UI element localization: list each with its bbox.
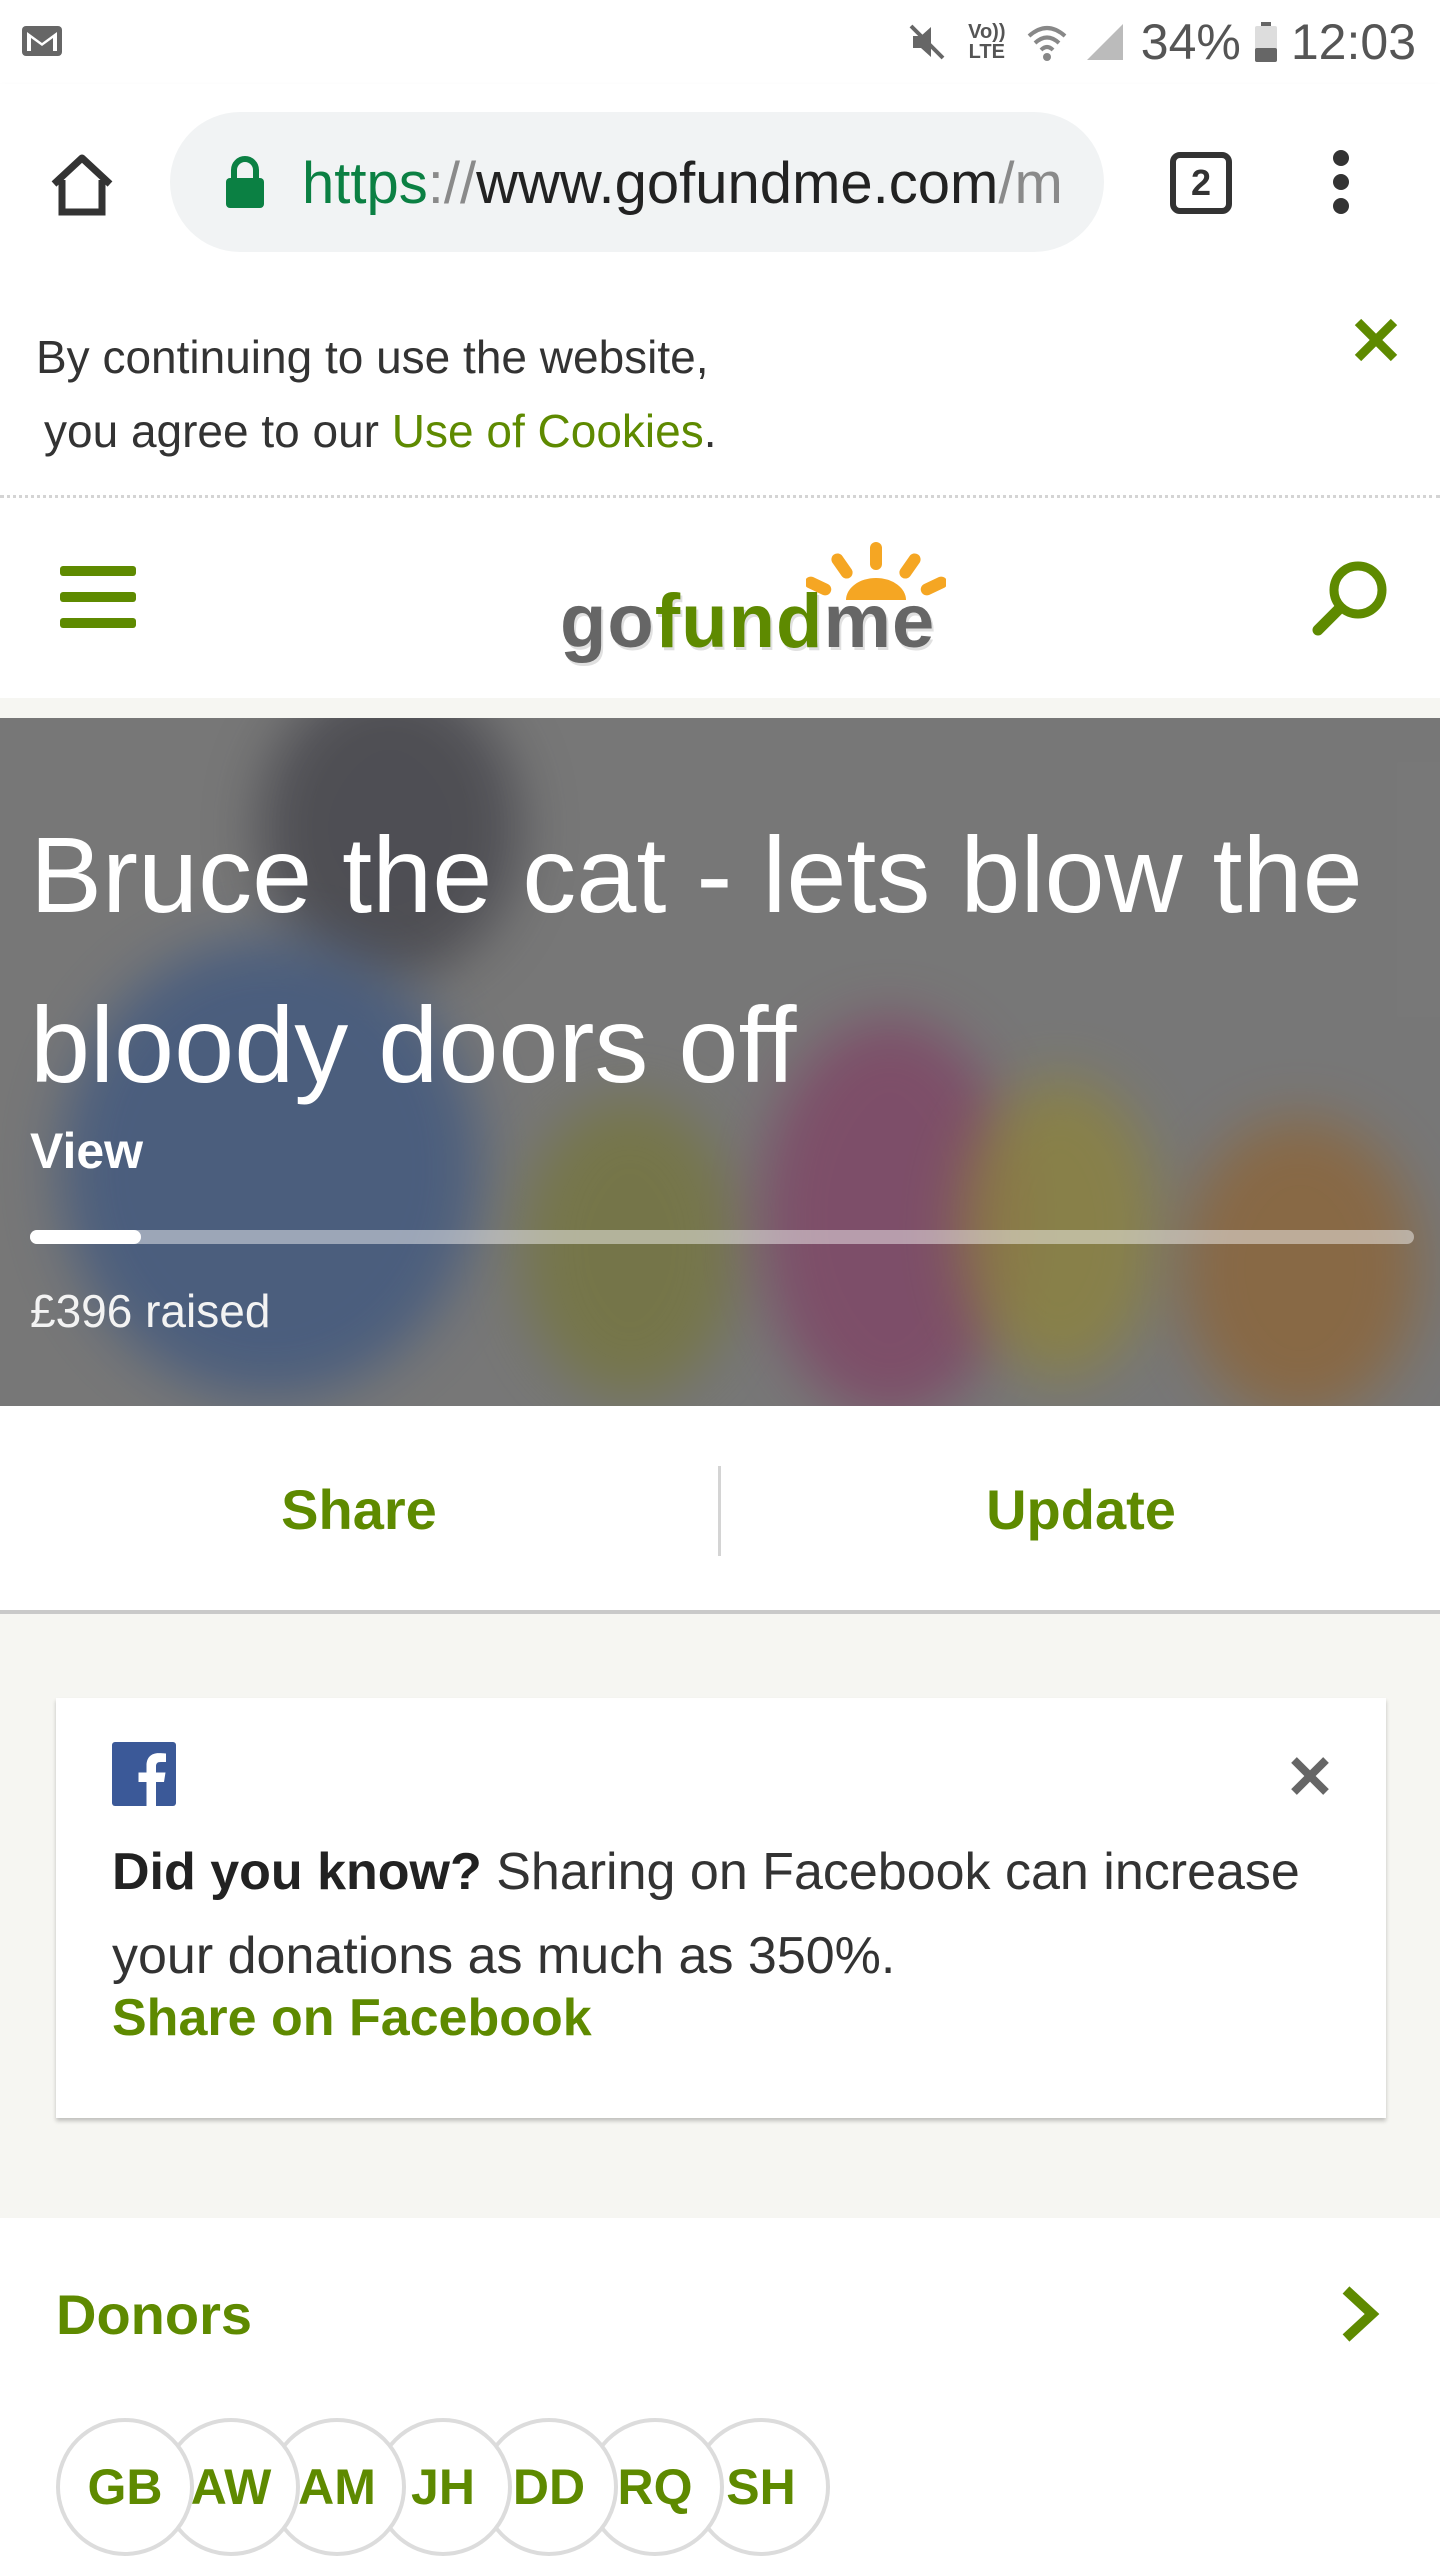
amount-raised: £396 raised — [30, 1285, 271, 1337]
mute-icon — [909, 24, 945, 60]
logo-wordmark: gofundme — [560, 579, 936, 664]
donors-section: Donors GB AW AM JH DD RQ SH — [0, 2218, 1440, 2560]
donors-title[interactable]: Donors — [56, 2282, 252, 2347]
cookie-banner: By continuing to use the website, you ag… — [0, 280, 1440, 498]
more-vert-icon[interactable] — [1326, 150, 1356, 220]
header-divider — [0, 698, 1440, 718]
battery-percent: 34% — [1140, 14, 1241, 70]
donor-avatar[interactable]: GB — [56, 2418, 194, 2556]
share-on-facebook-link[interactable]: Share on Facebook — [112, 1988, 592, 2048]
clock: 12:03 — [1290, 14, 1416, 70]
status-bar: Vo)) LTE 34% 12:03 — [0, 0, 1440, 84]
tabs-button[interactable]: 2 — [1170, 152, 1232, 214]
lock-icon — [226, 156, 264, 208]
progress-bar — [30, 1230, 1414, 1244]
battery-icon — [1254, 22, 1277, 62]
url-text: https://www.gofundme.com/m — [302, 151, 1063, 216]
share-button[interactable]: Share — [0, 1406, 718, 1614]
update-button[interactable]: Update — [722, 1406, 1440, 1614]
site-header: gofundme — [0, 498, 1440, 698]
facebook-icon — [112, 1742, 176, 1806]
network-type: Vo)) LTE — [968, 21, 1006, 63]
close-icon[interactable] — [1350, 314, 1402, 366]
url-bar[interactable]: https://www.gofundme.com/m — [170, 112, 1104, 252]
close-icon[interactable] — [1288, 1754, 1332, 1798]
use-of-cookies-link[interactable]: Use of Cookies — [392, 405, 704, 457]
tips-section: Did you know? Sharing on Facebook can in… — [0, 1614, 1440, 2218]
view-link[interactable]: View — [30, 1122, 143, 1180]
campaign-hero: Bruce the cat - lets blow the bloody doo… — [0, 718, 1440, 1406]
chevron-right-icon[interactable] — [1338, 2284, 1382, 2344]
cookie-message: By continuing to use the website, you ag… — [36, 331, 717, 457]
donor-avatars: GB AW AM JH DD RQ SH — [56, 2418, 1256, 2558]
browser-toolbar: https://www.gofundme.com/m 2 — [0, 84, 1440, 280]
wifi-icon — [1027, 26, 1067, 61]
search-icon[interactable] — [1310, 556, 1392, 638]
facebook-tip-text: Did you know? Sharing on Facebook can in… — [112, 1843, 1300, 1985]
menu-icon[interactable] — [60, 566, 136, 628]
progress-fill — [30, 1230, 141, 1244]
action-divider — [718, 1466, 721, 1556]
campaign-title: Bruce the cat - lets blow the bloody doo… — [30, 814, 1363, 1105]
gofundme-logo[interactable]: gofundme — [556, 538, 946, 668]
home-icon[interactable] — [46, 148, 118, 220]
gmail-icon — [22, 26, 62, 56]
action-bar: Share Update — [0, 1406, 1440, 1614]
facebook-tip-card: Did you know? Sharing on Facebook can in… — [56, 1698, 1386, 2118]
signal-icon — [1086, 24, 1123, 60]
